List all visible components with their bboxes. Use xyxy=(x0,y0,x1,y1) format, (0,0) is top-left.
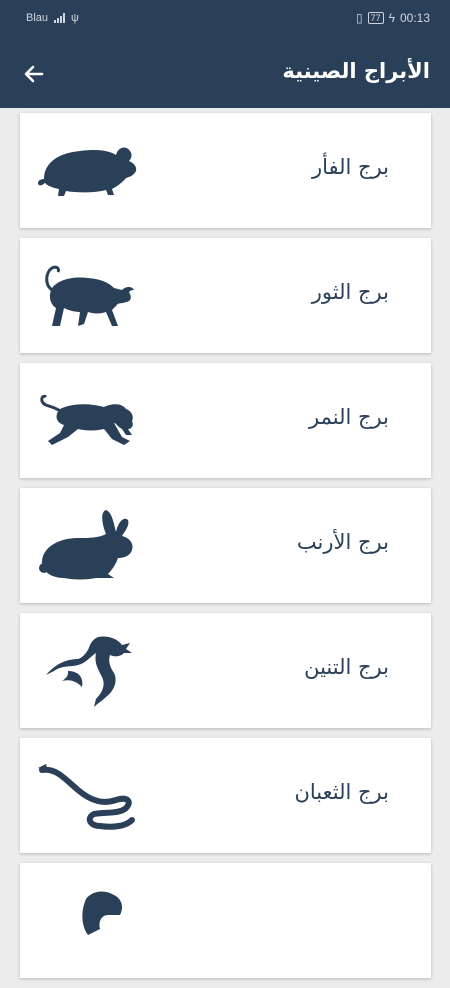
ox-icon xyxy=(38,260,138,332)
rat-icon xyxy=(38,135,138,207)
zodiac-label: برج الأرنب xyxy=(296,530,389,554)
status-bar: Blau ψ ▯ 77 ϟ 00:13 xyxy=(0,0,450,38)
zodiac-card-dragon[interactable]: برج التنين xyxy=(20,613,431,728)
charging-icon: ϟ xyxy=(388,11,395,25)
status-left: Blau ψ xyxy=(26,12,79,24)
tiger-icon xyxy=(38,385,138,457)
zodiac-label: برج الثعبان xyxy=(294,780,389,804)
snake-icon xyxy=(38,760,138,832)
zodiac-card-rat[interactable]: برج الفأر xyxy=(20,113,431,228)
zodiac-label: برج النمر xyxy=(309,405,389,429)
vibrate-icon: ▯ xyxy=(355,11,363,25)
app-bar: الأبراج الصينية xyxy=(0,38,450,108)
usb-icon: ψ xyxy=(71,12,79,24)
zodiac-card-horse[interactable] xyxy=(20,863,431,978)
zodiac-card-rabbit[interactable]: برج الأرنب xyxy=(20,488,431,603)
carrier-name: Blau xyxy=(26,12,49,24)
zodiac-label: برج الفأر xyxy=(311,155,389,179)
clock: 00:13 xyxy=(399,11,430,25)
battery-icon: 77 xyxy=(367,12,384,24)
rabbit-icon xyxy=(38,510,138,582)
dragon-icon xyxy=(38,635,138,707)
horse-icon xyxy=(38,885,138,957)
zodiac-list: برج الفأر برج الثور برج النمر برج الأرنب xyxy=(20,113,431,988)
zodiac-label: برج التنين xyxy=(304,655,389,679)
zodiac-card-ox[interactable]: برج الثور xyxy=(20,238,431,353)
zodiac-card-tiger[interactable]: برج النمر xyxy=(20,363,431,478)
zodiac-label: برج الثور xyxy=(311,280,389,304)
back-button[interactable] xyxy=(20,60,48,88)
zodiac-card-snake[interactable]: برج الثعبان xyxy=(20,738,431,853)
arrow-left-icon xyxy=(24,65,44,83)
page-title: الأبراج الصينية xyxy=(282,59,430,83)
signal-icon xyxy=(54,13,66,23)
status-right: ▯ 77 ϟ 00:13 xyxy=(356,11,430,25)
